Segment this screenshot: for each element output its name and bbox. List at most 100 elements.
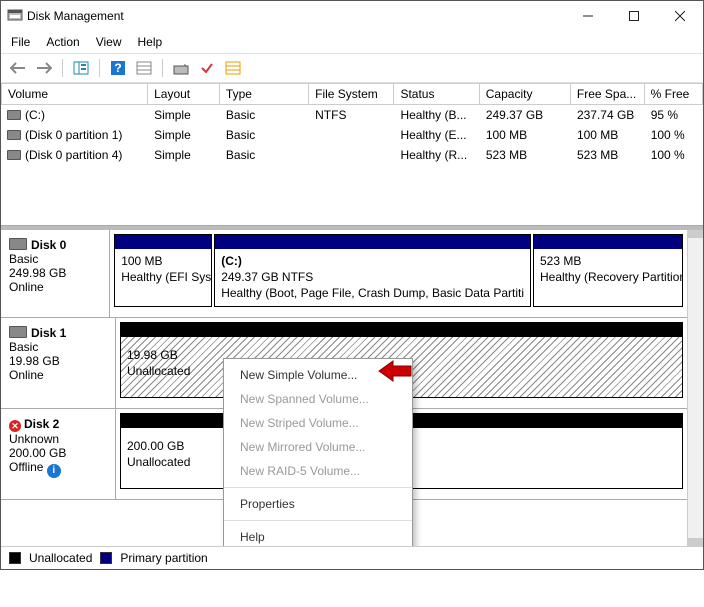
volume-list: Volume Layout Type File System Status Ca… xyxy=(1,83,703,226)
table-row[interactable]: (Disk 0 partition 4) Simple Basic Health… xyxy=(1,145,703,165)
cell-capacity: 249.37 GB xyxy=(480,106,571,124)
cell-volume: (Disk 0 partition 4) xyxy=(25,148,122,162)
disk-label[interactable]: Disk 0 Basic 249.98 GB Online xyxy=(1,230,110,317)
cell-free: 100 MB xyxy=(571,126,645,144)
cell-fs xyxy=(309,126,394,144)
drive-icon xyxy=(7,130,21,140)
volume-list-header: Volume Layout Type File System Status Ca… xyxy=(1,83,703,105)
cell-pctfree: 95 % xyxy=(645,106,703,124)
col-free-space[interactable]: Free Spa... xyxy=(571,83,645,105)
partition-size: 249.37 GB NTFS xyxy=(221,269,524,285)
scrollbar-vertical[interactable] xyxy=(687,230,703,546)
refresh-button[interactable] xyxy=(170,57,192,79)
ctx-properties[interactable]: Properties xyxy=(224,492,412,516)
col-volume[interactable]: Volume xyxy=(1,83,148,105)
disk-name: Disk 0 xyxy=(31,238,66,252)
window-title: Disk Management xyxy=(23,9,565,23)
cell-layout: Simple xyxy=(148,146,220,164)
close-button[interactable] xyxy=(657,1,703,31)
cell-type: Basic xyxy=(220,106,309,124)
disk-name: Disk 2 xyxy=(24,417,59,431)
col-percent-free[interactable]: % Free xyxy=(645,83,703,105)
partition-size: 523 MB xyxy=(540,253,676,269)
col-type[interactable]: Type xyxy=(220,83,309,105)
partition-status: Healthy (Boot, Page File, Crash Dump, Ba… xyxy=(221,285,524,301)
menu-file[interactable]: File xyxy=(11,35,30,49)
legend: Unallocated Primary partition xyxy=(1,546,703,569)
forward-button[interactable] xyxy=(33,57,55,79)
cell-pctfree: 100 % xyxy=(645,126,703,144)
minimize-button[interactable] xyxy=(565,1,611,31)
help-button[interactable]: ? xyxy=(107,57,129,79)
table-row[interactable]: (Disk 0 partition 1) Simple Basic Health… xyxy=(1,125,703,145)
partition-bar xyxy=(121,323,682,337)
partition-bar xyxy=(115,235,211,249)
show-hide-tree-button[interactable] xyxy=(70,57,92,79)
disk-size: 200.00 GB xyxy=(9,446,107,460)
cell-free: 523 MB xyxy=(571,146,645,164)
scroll-down-button[interactable] xyxy=(688,538,703,546)
partition[interactable]: 100 MBHealthy (EFI Syster xyxy=(114,234,212,307)
ctx-new-spanned-volume: New Spanned Volume... xyxy=(224,387,412,411)
partition-title: (C:) xyxy=(221,254,242,268)
disk-state: Online xyxy=(9,368,107,382)
drive-icon xyxy=(7,110,21,120)
ctx-new-striped-volume: New Striped Volume... xyxy=(224,411,412,435)
disk-name: Disk 1 xyxy=(31,326,66,340)
disk-icon xyxy=(9,326,27,338)
annotation-arrow-icon xyxy=(377,359,413,386)
cell-volume: (C:) xyxy=(25,108,45,122)
app-window: Disk Management File Action View Help ? … xyxy=(0,0,704,570)
disk-icon xyxy=(9,238,27,250)
maximize-button[interactable] xyxy=(611,1,657,31)
ctx-help[interactable]: Help xyxy=(224,525,412,546)
menubar: File Action View Help xyxy=(1,31,703,53)
menu-view[interactable]: View xyxy=(96,35,122,49)
disk-type: Basic xyxy=(9,252,101,266)
table-row[interactable]: (C:) Simple Basic NTFS Healthy (B... 249… xyxy=(1,105,703,125)
drive-icon xyxy=(7,150,21,160)
disk-type: Unknown xyxy=(9,432,107,446)
legend-swatch-primary xyxy=(100,552,112,564)
commit-button[interactable] xyxy=(196,57,218,79)
disk-label[interactable]: Disk 1 Basic 19.98 GB Online xyxy=(1,318,116,408)
partition-bar xyxy=(215,235,530,249)
legend-swatch-unallocated xyxy=(9,552,21,564)
disk-row: Disk 0 Basic 249.98 GB Online 100 MBHeal… xyxy=(1,230,703,318)
scroll-up-button[interactable] xyxy=(688,230,703,238)
col-filesystem[interactable]: File System xyxy=(309,83,394,105)
ctx-new-raid5-volume: New RAID-5 Volume... xyxy=(224,459,412,483)
col-status[interactable]: Status xyxy=(394,83,479,105)
menu-help[interactable]: Help xyxy=(138,35,163,49)
cell-pctfree: 100 % xyxy=(645,146,703,164)
toolbar: ? xyxy=(1,53,703,83)
cell-volume: (Disk 0 partition 1) xyxy=(25,128,122,142)
svg-text:?: ? xyxy=(114,61,121,75)
titlebar: Disk Management xyxy=(1,1,703,31)
app-icon xyxy=(7,7,23,26)
info-icon[interactable]: i xyxy=(47,464,61,478)
disk-state: Offline xyxy=(9,460,43,474)
col-layout[interactable]: Layout xyxy=(148,83,220,105)
cell-fs xyxy=(309,146,394,164)
list-button[interactable] xyxy=(222,57,244,79)
back-button[interactable] xyxy=(7,57,29,79)
cell-layout: Simple xyxy=(148,106,220,124)
ctx-new-mirrored-volume: New Mirrored Volume... xyxy=(224,435,412,459)
cell-status: Healthy (R... xyxy=(394,146,479,164)
cell-type: Basic xyxy=(220,146,309,164)
cell-type: Basic xyxy=(220,126,309,144)
partition[interactable]: (C:)249.37 GB NTFSHealthy (Boot, Page Fi… xyxy=(214,234,531,307)
cell-capacity: 523 MB xyxy=(480,146,571,164)
error-icon: ✕ xyxy=(9,420,21,432)
settings-button[interactable] xyxy=(133,57,155,79)
partition[interactable]: 523 MBHealthy (Recovery Partition xyxy=(533,234,683,307)
menu-action[interactable]: Action xyxy=(46,35,79,49)
disk-type: Basic xyxy=(9,340,107,354)
partition-size: 100 MB xyxy=(121,253,205,269)
legend-label-unallocated: Unallocated xyxy=(29,551,92,565)
disk-label[interactable]: ✕Disk 2 Unknown 200.00 GB Offline i xyxy=(1,409,116,499)
col-capacity[interactable]: Capacity xyxy=(480,83,571,105)
disk-size: 19.98 GB xyxy=(9,354,107,368)
disk-state: Online xyxy=(9,280,101,294)
